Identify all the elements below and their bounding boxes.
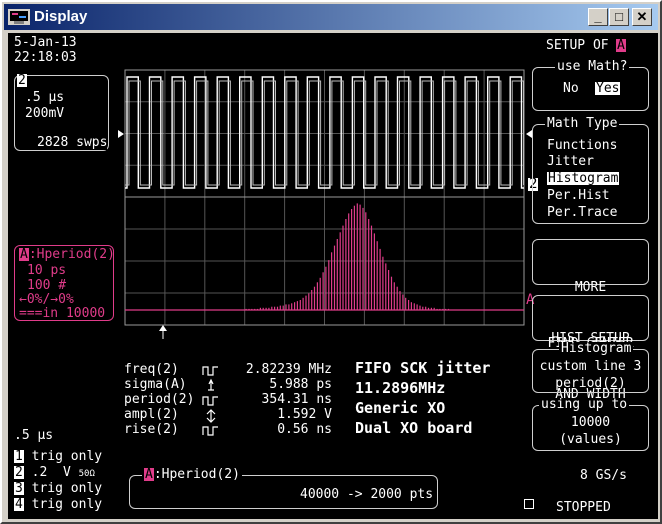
using-up-to-value: 10000 bbox=[570, 415, 611, 430]
annotation-line2: 11.2896MHz bbox=[355, 379, 446, 397]
channel-number-badge: 2 bbox=[17, 73, 27, 88]
using-up-to-unit: (values) bbox=[559, 432, 622, 447]
use-math-title: use Math? bbox=[555, 59, 630, 74]
date-readout: 5-Jan-13 bbox=[14, 35, 77, 50]
channel-3-row[interactable]: 3 trig only bbox=[14, 482, 102, 496]
annotation-line4: Dual XO board bbox=[355, 419, 473, 437]
channel-4-row[interactable]: 4 trig only bbox=[14, 498, 102, 512]
meas-period-value: 354.31 ns bbox=[261, 392, 332, 407]
lower-grid bbox=[125, 197, 524, 325]
math-type-title: Math Type bbox=[545, 116, 620, 131]
channel-2-row[interactable]: 2 .2 V 50Ω bbox=[14, 466, 95, 481]
close-button[interactable]: ✕ bbox=[632, 8, 652, 26]
period-icon bbox=[202, 396, 218, 406]
sigma-icon bbox=[208, 378, 214, 391]
pulse-icon bbox=[202, 366, 218, 376]
trigger-arrow bbox=[159, 325, 167, 331]
math-trace-box[interactable]: A:Hperiod(2) 10 ps 100 # ←0%/→0% ===in 1… bbox=[14, 245, 115, 321]
meas-sigma-value: 5.988 ps bbox=[269, 377, 332, 392]
amplitude-icon bbox=[206, 409, 216, 423]
left-trace-marker bbox=[118, 130, 124, 138]
zoom-points: 40000 -> 2000 pts bbox=[300, 487, 434, 502]
math-type-functions[interactable]: Functions bbox=[547, 139, 617, 153]
zoom-trace-badge: A bbox=[144, 467, 154, 482]
meas-rise-value: 0.56 ns bbox=[277, 422, 332, 437]
math-type-per-trace[interactable]: Per.Trace bbox=[547, 206, 617, 220]
use-math-yes[interactable]: Yes bbox=[595, 82, 621, 96]
sample-rate: 8 GS/s bbox=[580, 468, 627, 483]
math-type-jitter[interactable]: Jitter bbox=[547, 155, 594, 169]
window-title: Display bbox=[34, 8, 88, 25]
channel-1-row[interactable]: 1 trig only bbox=[14, 450, 102, 464]
display-window: Display _ □ ✕ 5-Jan-13 22:18:03 SETUP OF… bbox=[0, 0, 662, 524]
histogram-source-menu[interactable]: Histogram custom line 3 period(2) bbox=[532, 342, 649, 393]
math-trace-label: :Hperiod(2) bbox=[28, 247, 115, 262]
histogram-source-line1: custom line 3 bbox=[539, 359, 642, 374]
timebase-readout: .5 µs bbox=[14, 428, 54, 443]
meas-ampl-value: 1.592 V bbox=[277, 407, 332, 422]
zoom-trace-label: :Hperiod(2) bbox=[153, 467, 240, 482]
channel-timebase: .5 µs bbox=[25, 90, 65, 105]
use-math-no[interactable]: No bbox=[563, 82, 579, 96]
meas-freq-value: 2.82239 MHz bbox=[245, 362, 332, 377]
display-app-icon bbox=[8, 9, 30, 25]
setup-trace-badge: A bbox=[616, 38, 626, 53]
more-hist-setup-button[interactable]: MORE HIST SETUP bbox=[532, 239, 649, 346]
annotation-line3: Generic XO bbox=[355, 399, 446, 417]
math-type-per-hist[interactable]: Per.Hist bbox=[547, 189, 610, 203]
math-shift: ←0%/→0% bbox=[19, 292, 74, 307]
meas-freq-label: freq(2) bbox=[124, 362, 179, 377]
using-up-to-menu[interactable]: using up to 10000 (values) bbox=[532, 398, 649, 451]
channel-sweeps: 2828 swps bbox=[37, 135, 108, 150]
math-type-histogram[interactable]: Histogram bbox=[547, 172, 620, 186]
rise-icon bbox=[202, 426, 218, 436]
math-bin-count: 100 # bbox=[27, 278, 67, 293]
acquisition-status: STOPPED bbox=[556, 500, 611, 515]
use-math-menu[interactable]: use Math? No Yes bbox=[532, 60, 649, 111]
meas-ampl-label: ampl(2) bbox=[124, 407, 179, 422]
channel-volts: 200mV bbox=[25, 106, 65, 121]
annotation-line1: FIFO SCK jitter bbox=[355, 359, 491, 377]
measurement-icons bbox=[202, 366, 218, 436]
minimize-button[interactable]: _ bbox=[588, 8, 608, 26]
histogram-source-title: Histogram bbox=[559, 341, 634, 356]
maximize-button[interactable]: □ bbox=[609, 8, 629, 26]
using-up-to-title: using up to bbox=[539, 397, 630, 412]
setup-label: SETUP OF bbox=[546, 38, 609, 53]
meas-rise-label: rise(2) bbox=[124, 422, 179, 437]
scope-screen: 5-Jan-13 22:18:03 SETUP OF A 2 .5 µs 200… bbox=[8, 33, 658, 519]
math-type-menu[interactable]: Math Type Functions Jitter Histogram Per… bbox=[532, 117, 649, 224]
meas-sigma-label: sigma(A) bbox=[124, 377, 187, 392]
math-events: ===in 10000 bbox=[19, 306, 106, 321]
meas-period-label: period(2) bbox=[124, 392, 195, 407]
time-readout: 22:18:03 bbox=[14, 50, 77, 65]
channel-2-box[interactable]: 2 .5 µs 200mV 2828 swps bbox=[14, 73, 109, 151]
more-hist-line1: MORE bbox=[574, 280, 607, 295]
find-center-button[interactable]: FIND CENTER AND WIDTH bbox=[532, 295, 649, 402]
zoom-trace-box[interactable]: A:Hperiod(2) 40000 -> 2000 pts bbox=[129, 468, 438, 509]
math-bin-width: 10 ps bbox=[27, 263, 67, 278]
acquisition-indicator bbox=[524, 499, 534, 509]
title-bar[interactable]: Display _ □ ✕ bbox=[4, 4, 658, 30]
upper-grid bbox=[125, 70, 524, 197]
math-trace-badge: A bbox=[19, 247, 29, 262]
histogram-source-line2: period(2) bbox=[555, 376, 626, 391]
histogram-trace bbox=[245, 203, 450, 310]
